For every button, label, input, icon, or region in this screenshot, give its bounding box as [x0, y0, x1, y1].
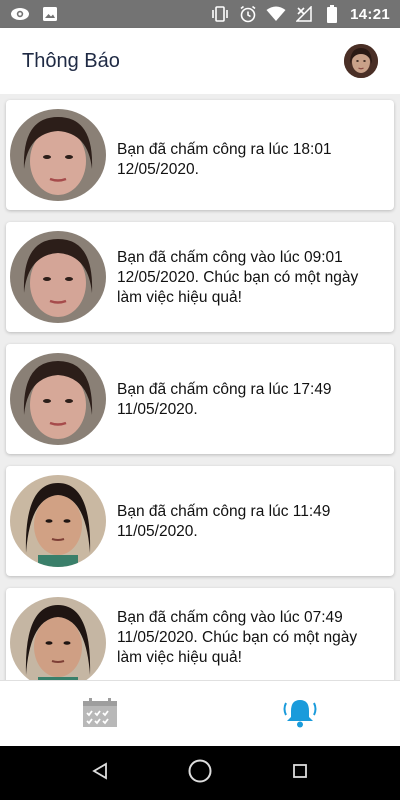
page-title: Thông Báo	[22, 50, 120, 72]
recents-button[interactable]	[285, 758, 315, 788]
no-signal-icon	[294, 4, 314, 24]
nav-notifications[interactable]	[280, 697, 320, 733]
system-navigation-bar	[0, 746, 400, 800]
notification-card[interactable]: Bạn đã chấm công ra lúc 11:49 11/05/2020…	[6, 466, 394, 576]
notification-list[interactable]: Bạn đã chấm công ra lúc 18:01 12/05/2020…	[0, 94, 400, 680]
back-button[interactable]	[85, 758, 115, 788]
face-photo	[10, 109, 106, 201]
home-button[interactable]	[185, 758, 215, 788]
face-photo	[10, 475, 106, 567]
notification-card[interactable]: Bạn đã chấm công ra lúc 17:49 11/05/2020…	[6, 344, 394, 454]
bell-icon	[282, 697, 318, 734]
back-icon	[91, 761, 109, 785]
user-avatar[interactable]	[344, 44, 378, 78]
bottom-navigation	[0, 680, 400, 747]
notification-message: Bạn đã chấm công ra lúc 11:49 11/05/2020…	[117, 503, 331, 540]
nav-timesheet[interactable]	[80, 697, 120, 733]
wifi-icon	[266, 4, 286, 24]
face-photo	[10, 597, 106, 680]
notification-card[interactable]: Bạn đã chấm công vào lúc 09:01 12/05/202…	[6, 222, 394, 332]
notification-card[interactable]: Bạn đã chấm công ra lúc 18:01 12/05/2020…	[6, 100, 394, 210]
image-icon	[40, 4, 60, 24]
alarm-icon	[238, 4, 258, 24]
clock-time: 14:21	[350, 5, 390, 23]
home-icon	[187, 758, 213, 789]
face-photo	[10, 231, 106, 323]
status-bar: 14:21	[0, 0, 400, 28]
notification-message: Bạn đã chấm công vào lúc 07:49 11/05/202…	[117, 609, 358, 666]
notification-message: Bạn đã chấm công ra lúc 17:49 11/05/2020…	[117, 381, 332, 418]
calendar-icon	[82, 697, 118, 733]
app-bar: Thông Báo	[0, 28, 400, 94]
face-photo	[10, 353, 106, 445]
battery-icon	[322, 4, 342, 24]
notification-card[interactable]: Bạn đã chấm công vào lúc 07:49 11/05/202…	[6, 588, 394, 680]
notification-message: Bạn đã chấm công ra lúc 18:01 12/05/2020…	[117, 141, 332, 178]
eye-icon	[10, 4, 30, 24]
vibrate-icon	[210, 4, 230, 24]
recents-icon	[292, 763, 308, 784]
notification-message: Bạn đã chấm công vào lúc 09:01 12/05/202…	[117, 249, 359, 306]
